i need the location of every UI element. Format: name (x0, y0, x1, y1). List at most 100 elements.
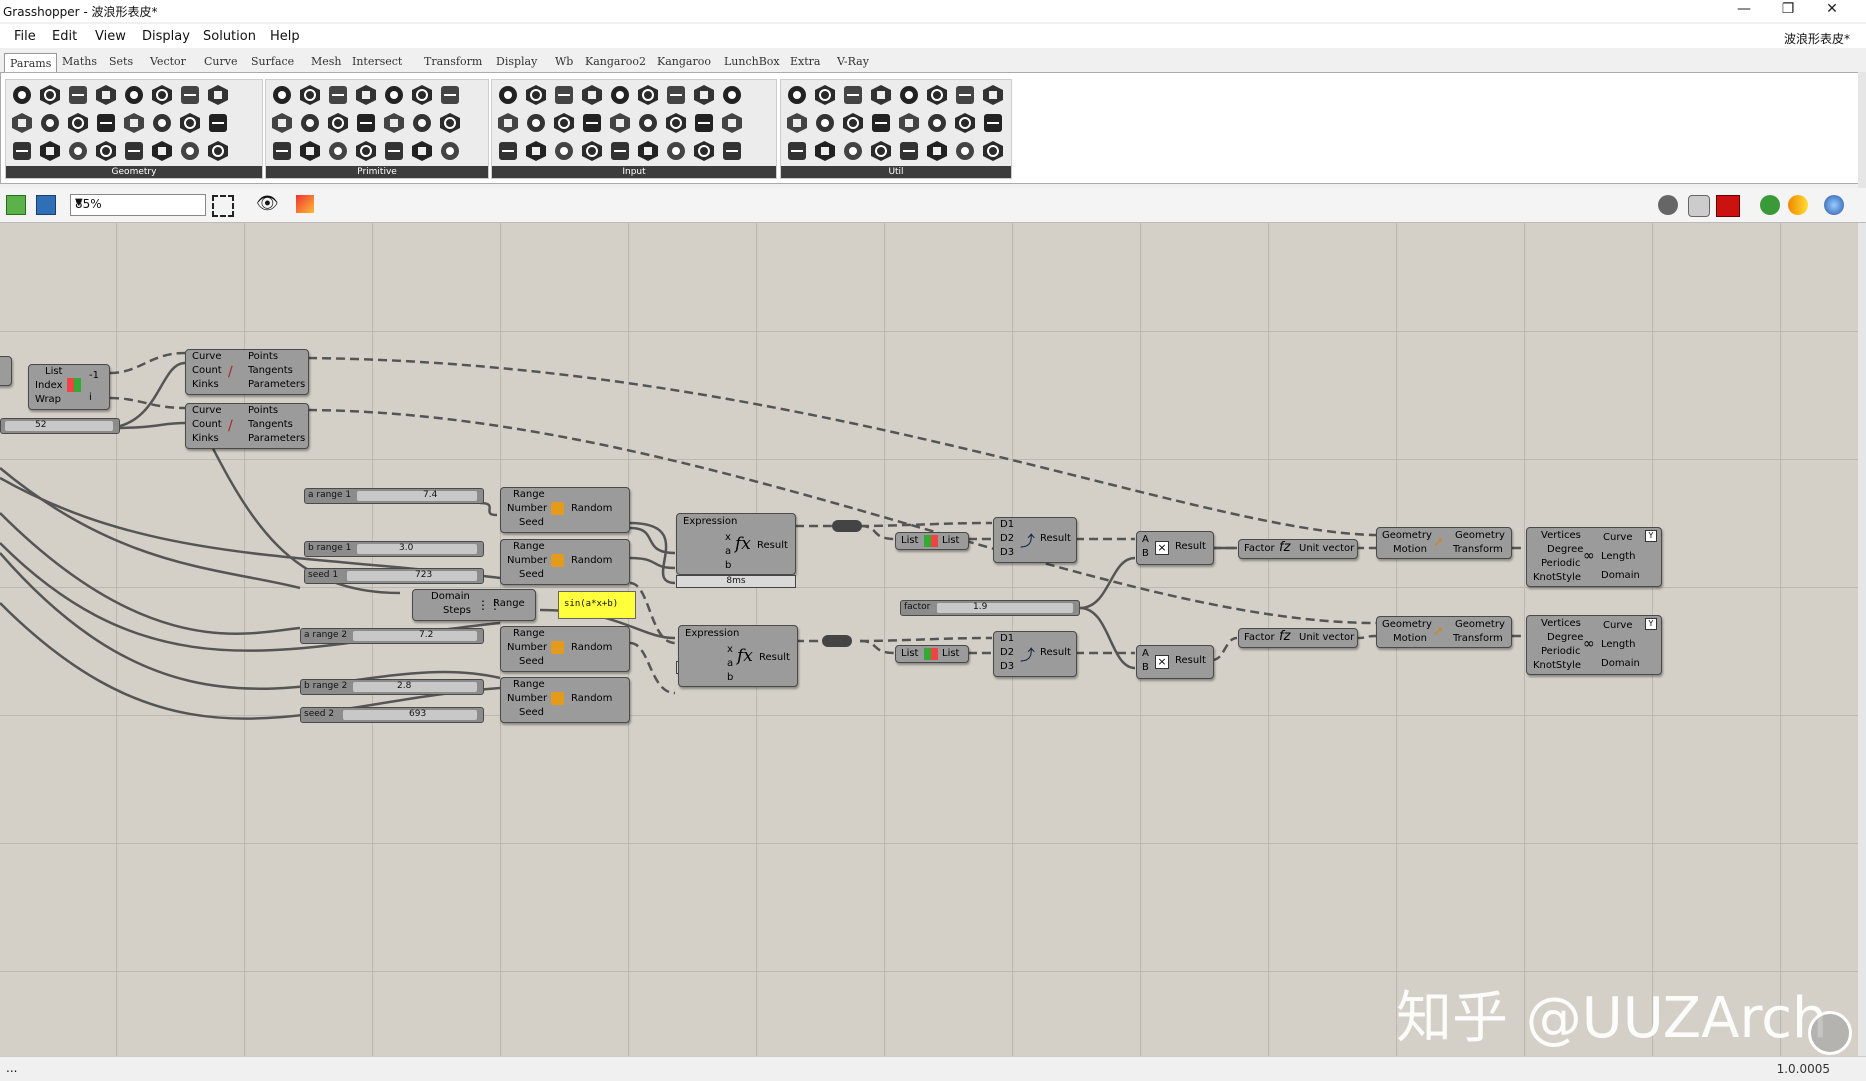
output-curve[interactable]: Curve (1603, 532, 1633, 543)
document-preview-icon[interactable] (1760, 195, 1780, 215)
output-random[interactable]: Random (571, 642, 612, 653)
input-kinks[interactable]: Kinks (192, 433, 219, 444)
grasshopper-canvas[interactable]: List Index Wrap -1 i 52 Curve Count Kink… (0, 223, 1858, 1056)
input-param-icon[interactable] (664, 83, 688, 107)
relay[interactable] (832, 520, 862, 532)
geometry-param-icon[interactable] (38, 139, 62, 163)
util-param-icon[interactable] (981, 139, 1005, 163)
primitive-param-icon[interactable] (298, 139, 322, 163)
util-param-icon[interactable] (785, 111, 809, 135)
input-d2[interactable]: D2 (1000, 647, 1014, 658)
input-steps[interactable]: Steps (443, 605, 471, 616)
output-domain[interactable]: Domain (1601, 570, 1640, 581)
output-result[interactable]: Result (759, 652, 790, 663)
input-list[interactable]: List (901, 648, 918, 659)
input-param-icon[interactable] (524, 83, 548, 107)
preview-eye-icon[interactable]: 👁 (256, 195, 279, 213)
input-param-icon[interactable] (664, 111, 688, 135)
tab-surface[interactable]: Surface (251, 55, 294, 68)
output-list[interactable]: List (942, 648, 959, 659)
input-param-icon[interactable] (720, 83, 744, 107)
input-periodic[interactable]: Periodic (1541, 646, 1580, 657)
input-vertices[interactable]: Vertices (1541, 618, 1581, 629)
menu-file[interactable]: File (14, 29, 36, 44)
expression-component[interactable]: Expression x a b Result fx (676, 513, 796, 575)
input-param-icon[interactable] (608, 139, 632, 163)
tab-maths[interactable]: Maths (62, 55, 97, 68)
slider-track[interactable] (357, 544, 477, 554)
seed-1-slider[interactable]: seed 1 723 (304, 568, 484, 584)
input-param-icon[interactable] (664, 139, 688, 163)
input-d2[interactable]: D2 (1000, 533, 1014, 544)
input-geometry[interactable]: Geometry (1382, 619, 1432, 630)
output-result[interactable]: Result (1175, 541, 1206, 552)
nurbs-curve-component[interactable]: Vertices Degree Periodic KnotStyle Curve… (1526, 527, 1662, 587)
slider-track[interactable] (353, 682, 477, 692)
output-length[interactable]: Length (1601, 639, 1636, 650)
input-b[interactable]: B (1142, 548, 1149, 559)
output-transform[interactable]: Transform (1453, 633, 1503, 644)
input-param-icon[interactable] (692, 83, 716, 107)
output-parameters[interactable]: Parameters (248, 379, 305, 390)
input-a[interactable]: A (1142, 648, 1149, 659)
b-range-2-slider[interactable]: b range 2 2.8 (300, 679, 484, 695)
input-seed[interactable]: Seed (519, 707, 544, 718)
input-param-icon[interactable] (496, 139, 520, 163)
material-icon[interactable] (1788, 195, 1808, 215)
input-range[interactable]: Range (513, 541, 545, 552)
input-param-icon[interactable] (692, 139, 716, 163)
input-param-icon[interactable] (692, 111, 716, 135)
sketch-pen-icon[interactable] (296, 195, 314, 213)
tab-sets[interactable]: Sets (109, 55, 133, 68)
util-param-icon[interactable] (925, 83, 949, 107)
input-d3[interactable]: D3 (1000, 661, 1014, 672)
slider-track[interactable] (347, 571, 477, 581)
output-points[interactable]: Points (248, 405, 278, 416)
input-curve[interactable]: Curve (192, 351, 222, 362)
output-geometry[interactable]: Geometry (1455, 619, 1505, 630)
primitive-param-icon[interactable] (270, 139, 294, 163)
input-range[interactable]: Range (513, 628, 545, 639)
tab-wb[interactable]: Wb (555, 55, 573, 68)
geometry-param-icon[interactable] (94, 139, 118, 163)
input-param-icon[interactable] (608, 111, 632, 135)
geometry-param-icon[interactable] (94, 83, 118, 107)
input-param-icon[interactable] (720, 139, 744, 163)
list-item-component[interactable]: List Index Wrap -1 i (28, 364, 110, 410)
primitive-param-icon[interactable] (354, 83, 378, 107)
util-param-icon[interactable] (953, 83, 977, 107)
primitive-param-icon[interactable] (270, 111, 294, 135)
move-component[interactable]: Geometry Motion Geometry Transform ➚ (1376, 616, 1512, 648)
util-param-icon[interactable] (981, 111, 1005, 135)
geometry-param-icon[interactable] (10, 111, 34, 135)
primitive-param-icon[interactable] (438, 111, 462, 135)
tab-mesh[interactable]: Mesh (311, 55, 342, 68)
geometry-param-icon[interactable] (38, 83, 62, 107)
input-range[interactable]: Range (513, 489, 545, 500)
input-list[interactable]: List (901, 535, 918, 546)
input-param-icon[interactable] (636, 139, 660, 163)
tab-vector[interactable]: Vector (150, 55, 186, 68)
input-periodic[interactable]: Periodic (1541, 558, 1580, 569)
random-component[interactable]: Range Number Seed Random (500, 487, 630, 533)
output-transform[interactable]: Transform (1453, 544, 1503, 555)
util-param-icon[interactable] (813, 111, 837, 135)
input-vertices[interactable]: Vertices (1541, 530, 1581, 541)
input-motion[interactable]: Motion (1393, 633, 1427, 644)
util-param-icon[interactable] (925, 111, 949, 135)
input-knotstyle[interactable]: KnotStyle (1533, 660, 1581, 671)
save-file-icon[interactable] (36, 195, 56, 215)
unit-vector-component[interactable]: Factor Unit vector fz (1238, 628, 1358, 648)
wireframe-preview-icon[interactable] (1658, 195, 1678, 215)
geometry-param-icon[interactable] (178, 83, 202, 107)
input-list[interactable]: List (45, 366, 62, 377)
output-curve[interactable]: Curve (1603, 620, 1633, 631)
primitive-param-icon[interactable] (410, 83, 434, 107)
range-component[interactable]: Domain Steps Range ⋮⋮ (412, 589, 536, 621)
tab-curve[interactable]: Curve (204, 55, 237, 68)
input-a[interactable]: a (725, 546, 731, 557)
menu-display[interactable]: Display (142, 29, 190, 44)
primitive-param-icon[interactable] (382, 83, 406, 107)
a-range-2-slider[interactable]: a range 2 7.2 (300, 628, 484, 644)
output-geometry[interactable]: Geometry (1455, 530, 1505, 541)
